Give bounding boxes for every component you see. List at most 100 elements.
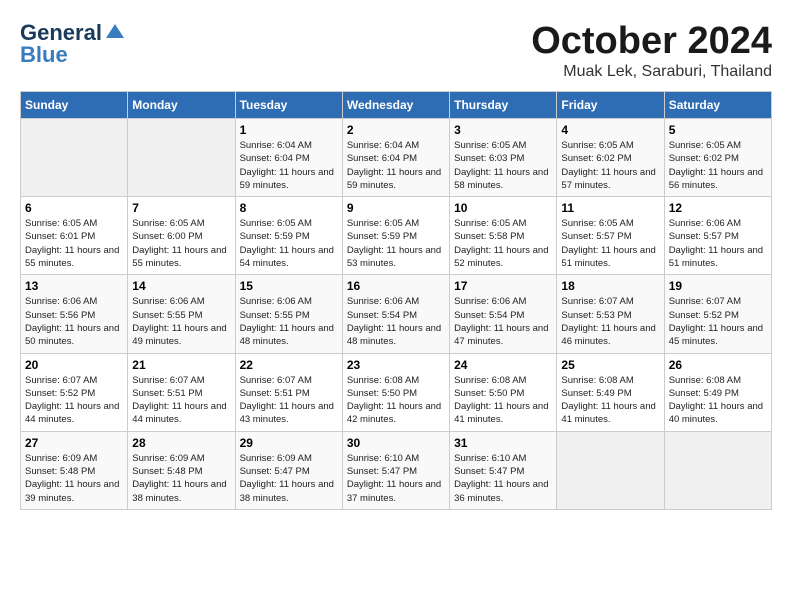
day-number: 7 — [132, 201, 230, 215]
calendar-cell: 12 Sunrise: 6:06 AM Sunset: 5:57 PM Dayli… — [664, 197, 771, 275]
day-number: 19 — [669, 279, 767, 293]
day-info: Sunrise: 6:07 AM Sunset: 5:52 PM Dayligh… — [25, 374, 123, 427]
calendar-cell: 31 Sunrise: 6:10 AM Sunset: 5:47 PM Dayli… — [450, 431, 557, 509]
calendar-cell: 4Sunrise: 6:05 AM Sunset: 6:02 PM Daylig… — [557, 119, 664, 197]
calendar-cell — [557, 431, 664, 509]
calendar-week-row: 20 Sunrise: 6:07 AM Sunset: 5:52 PM Dayli… — [21, 353, 772, 431]
day-info: Sunrise: 6:10 AM Sunset: 5:47 PM Dayligh… — [454, 452, 552, 505]
day-number: 18 — [561, 279, 659, 293]
day-info: Sunrise: 6:08 AM Sunset: 5:49 PM Dayligh… — [669, 374, 767, 427]
calendar-week-row: 6Sunrise: 6:05 AM Sunset: 6:01 PM Daylig… — [21, 197, 772, 275]
weekday-tuesday: Tuesday — [235, 92, 342, 119]
calendar-cell: 10 Sunrise: 6:05 AM Sunset: 5:58 PM Dayli… — [450, 197, 557, 275]
logo: General Blue — [20, 20, 124, 68]
calendar-cell: 21Sunrise: 6:07 AM Sunset: 5:51 PM Dayli… — [128, 353, 235, 431]
day-number: 23 — [347, 358, 445, 372]
calendar-cell: 8Sunrise: 6:05 AM Sunset: 5:59 PM Daylig… — [235, 197, 342, 275]
day-info: Sunrise: 6:06 AM Sunset: 5:56 PM Dayligh… — [25, 295, 123, 348]
day-number: 12 — [669, 201, 767, 215]
month-title: October 2024 — [531, 20, 772, 63]
day-number: 4 — [561, 123, 659, 137]
calendar-cell: 16Sunrise: 6:06 AM Sunset: 5:54 PM Dayli… — [342, 275, 449, 353]
day-number: 14 — [132, 279, 230, 293]
day-number: 11 — [561, 201, 659, 215]
calendar-week-row: 27 Sunrise: 6:09 AM Sunset: 5:48 PM Dayli… — [21, 431, 772, 509]
day-number: 13 — [25, 279, 123, 293]
logo-blue: Blue — [20, 42, 68, 68]
weekday-wednesday: Wednesday — [342, 92, 449, 119]
day-number: 27 — [25, 436, 123, 450]
day-info: Sunrise: 6:07 AM Sunset: 5:51 PM Dayligh… — [132, 374, 230, 427]
weekday-friday: Friday — [557, 92, 664, 119]
day-info: Sunrise: 6:08 AM Sunset: 5:50 PM Dayligh… — [454, 374, 552, 427]
day-info: Sunrise: 6:07 AM Sunset: 5:52 PM Dayligh… — [669, 295, 767, 348]
day-number: 29 — [240, 436, 338, 450]
day-info: Sunrise: 6:05 AM Sunset: 5:59 PM Dayligh… — [240, 217, 338, 270]
day-info: Sunrise: 6:05 AM Sunset: 5:59 PM Dayligh… — [347, 217, 445, 270]
calendar-cell: 3 Sunrise: 6:05 AM Sunset: 6:03 PM Daylig… — [450, 119, 557, 197]
calendar-cell: 5 Sunrise: 6:05 AM Sunset: 6:02 PM Daylig… — [664, 119, 771, 197]
day-number: 1 — [240, 123, 338, 137]
day-info: Sunrise: 6:08 AM Sunset: 5:50 PM Dayligh… — [347, 374, 445, 427]
calendar-cell: 6Sunrise: 6:05 AM Sunset: 6:01 PM Daylig… — [21, 197, 128, 275]
day-info: Sunrise: 6:09 AM Sunset: 5:48 PM Dayligh… — [132, 452, 230, 505]
calendar-cell: 11Sunrise: 6:05 AM Sunset: 5:57 PM Dayli… — [557, 197, 664, 275]
day-number: 24 — [454, 358, 552, 372]
calendar-cell — [21, 119, 128, 197]
day-number: 2 — [347, 123, 445, 137]
weekday-saturday: Saturday — [664, 92, 771, 119]
weekday-monday: Monday — [128, 92, 235, 119]
day-info: Sunrise: 6:05 AM Sunset: 6:03 PM Dayligh… — [454, 139, 552, 192]
location-title: Muak Lek, Saraburi, Thailand — [531, 63, 772, 81]
title-block: October 2024 Muak Lek, Saraburi, Thailan… — [531, 20, 772, 81]
calendar-cell: 20 Sunrise: 6:07 AM Sunset: 5:52 PM Dayli… — [21, 353, 128, 431]
calendar-cell: 18 Sunrise: 6:07 AM Sunset: 5:53 PM Dayli… — [557, 275, 664, 353]
logo-triangle-icon — [106, 24, 124, 38]
day-number: 20 — [25, 358, 123, 372]
calendar-cell — [128, 119, 235, 197]
day-number: 26 — [669, 358, 767, 372]
day-info: Sunrise: 6:06 AM Sunset: 5:55 PM Dayligh… — [132, 295, 230, 348]
day-info: Sunrise: 6:10 AM Sunset: 5:47 PM Dayligh… — [347, 452, 445, 505]
calendar-week-row: 1Sunrise: 6:04 AM Sunset: 6:04 PM Daylig… — [21, 119, 772, 197]
day-number: 9 — [347, 201, 445, 215]
day-number: 31 — [454, 436, 552, 450]
day-info: Sunrise: 6:06 AM Sunset: 5:57 PM Dayligh… — [669, 217, 767, 270]
calendar-cell: 14 Sunrise: 6:06 AM Sunset: 5:55 PM Dayli… — [128, 275, 235, 353]
day-number: 3 — [454, 123, 552, 137]
day-info: Sunrise: 6:09 AM Sunset: 5:48 PM Dayligh… — [25, 452, 123, 505]
calendar-table: SundayMondayTuesdayWednesdayThursdayFrid… — [20, 91, 772, 510]
calendar-cell: 26 Sunrise: 6:08 AM Sunset: 5:49 PM Dayli… — [664, 353, 771, 431]
calendar-cell: 15Sunrise: 6:06 AM Sunset: 5:55 PM Dayli… — [235, 275, 342, 353]
day-info: Sunrise: 6:06 AM Sunset: 5:54 PM Dayligh… — [454, 295, 552, 348]
day-info: Sunrise: 6:07 AM Sunset: 5:53 PM Dayligh… — [561, 295, 659, 348]
day-number: 5 — [669, 123, 767, 137]
day-number: 22 — [240, 358, 338, 372]
calendar-cell: 2Sunrise: 6:04 AM Sunset: 6:04 PM Daylig… — [342, 119, 449, 197]
calendar-cell: 9 Sunrise: 6:05 AM Sunset: 5:59 PM Daylig… — [342, 197, 449, 275]
day-number: 10 — [454, 201, 552, 215]
day-number: 28 — [132, 436, 230, 450]
day-info: Sunrise: 6:07 AM Sunset: 5:51 PM Dayligh… — [240, 374, 338, 427]
calendar-cell: 1Sunrise: 6:04 AM Sunset: 6:04 PM Daylig… — [235, 119, 342, 197]
calendar-cell: 7 Sunrise: 6:05 AM Sunset: 6:00 PM Daylig… — [128, 197, 235, 275]
day-info: Sunrise: 6:06 AM Sunset: 5:54 PM Dayligh… — [347, 295, 445, 348]
day-info: Sunrise: 6:05 AM Sunset: 6:01 PM Dayligh… — [25, 217, 123, 270]
day-info: Sunrise: 6:09 AM Sunset: 5:47 PM Dayligh… — [240, 452, 338, 505]
calendar-cell: 27 Sunrise: 6:09 AM Sunset: 5:48 PM Dayli… — [21, 431, 128, 509]
day-info: Sunrise: 6:05 AM Sunset: 6:02 PM Dayligh… — [669, 139, 767, 192]
calendar-cell: 13 Sunrise: 6:06 AM Sunset: 5:56 PM Dayli… — [21, 275, 128, 353]
calendar-cell — [664, 431, 771, 509]
day-info: Sunrise: 6:05 AM Sunset: 6:00 PM Dayligh… — [132, 217, 230, 270]
day-number: 25 — [561, 358, 659, 372]
day-number: 15 — [240, 279, 338, 293]
day-info: Sunrise: 6:05 AM Sunset: 5:58 PM Dayligh… — [454, 217, 552, 270]
weekday-sunday: Sunday — [21, 92, 128, 119]
calendar-cell: 28 Sunrise: 6:09 AM Sunset: 5:48 PM Dayli… — [128, 431, 235, 509]
calendar-cell: 25 Sunrise: 6:08 AM Sunset: 5:49 PM Dayli… — [557, 353, 664, 431]
calendar-week-row: 13 Sunrise: 6:06 AM Sunset: 5:56 PM Dayli… — [21, 275, 772, 353]
day-info: Sunrise: 6:08 AM Sunset: 5:49 PM Dayligh… — [561, 374, 659, 427]
calendar-cell: 19 Sunrise: 6:07 AM Sunset: 5:52 PM Dayli… — [664, 275, 771, 353]
calendar-cell: 24 Sunrise: 6:08 AM Sunset: 5:50 PM Dayli… — [450, 353, 557, 431]
calendar-cell: 22 Sunrise: 6:07 AM Sunset: 5:51 PM Dayli… — [235, 353, 342, 431]
